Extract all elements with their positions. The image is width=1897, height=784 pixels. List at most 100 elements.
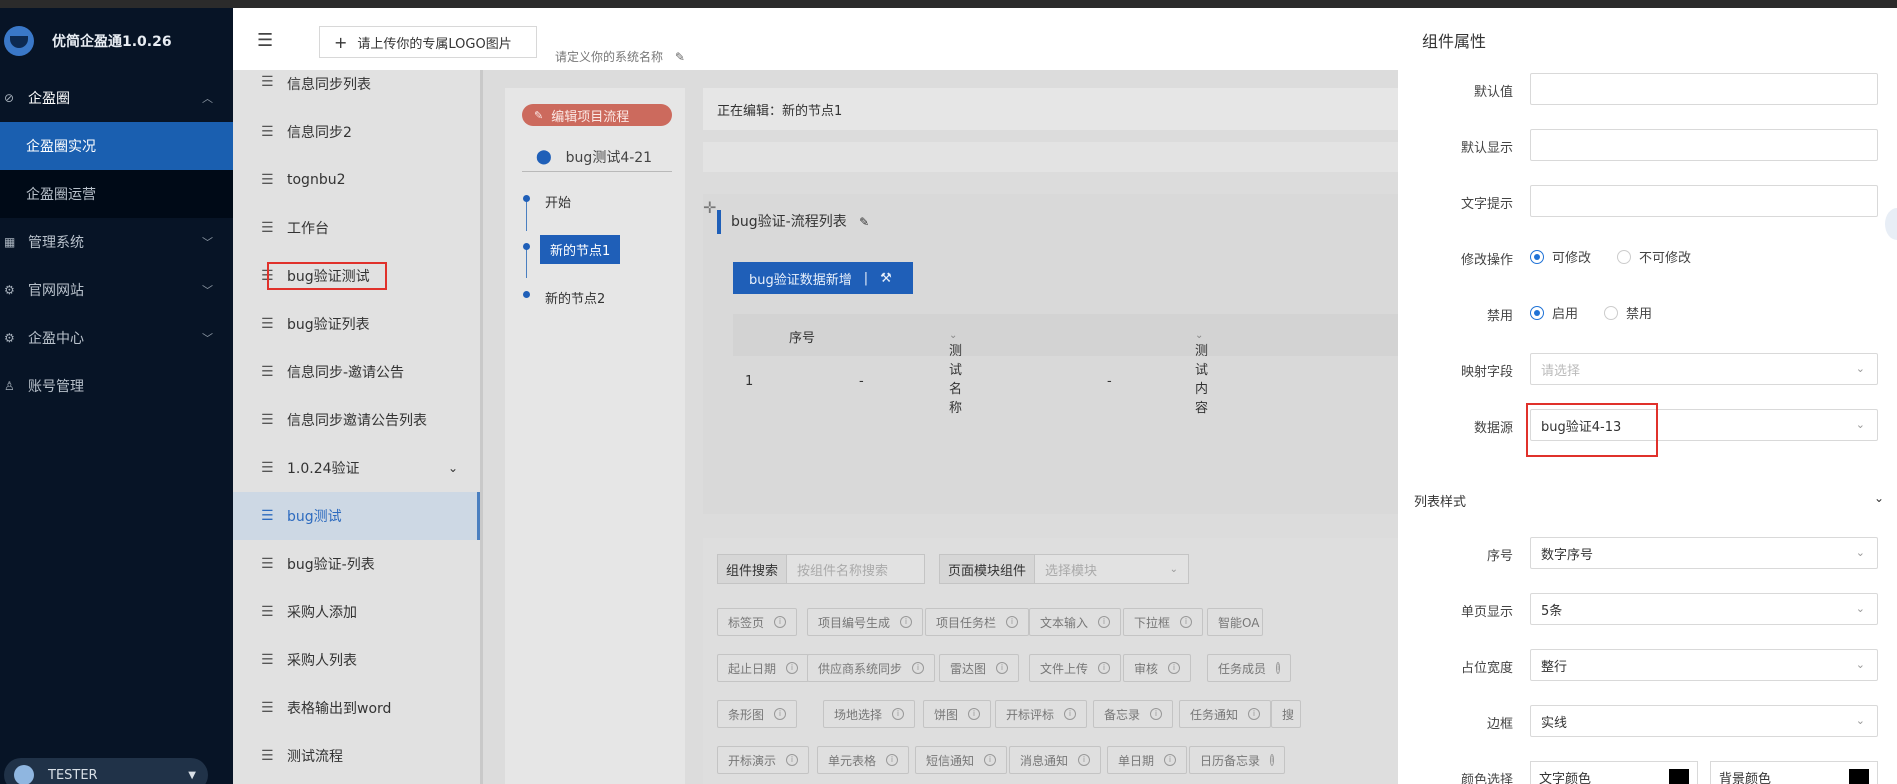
nav-item-center[interactable]: ⚙ 企盈中心 ﹀: [0, 314, 233, 362]
flow-dot: [523, 195, 530, 202]
info-icon: i: [984, 754, 997, 766]
field-default-display: 默认显示: [1398, 129, 1897, 165]
user-menu[interactable]: TESTER ▼: [4, 758, 208, 784]
component-chip[interactable]: 标签页 i: [717, 608, 798, 636]
info-icon: i: [1098, 662, 1111, 674]
nav-item-qiyingquan[interactable]: ⊘ 企盈圈 ︿: [0, 74, 233, 122]
list-icon: ☰: [261, 604, 274, 620]
list-item[interactable]: ☰ bug验证-列表: [233, 540, 480, 588]
list-item[interactable]: ☰ 信息同步列表: [233, 70, 480, 108]
nav-item-website[interactable]: ⚙ 官网网站 ﹀: [0, 266, 233, 314]
system-name-placeholder: 请定义你的系统名称: [555, 50, 664, 64]
component-chip[interactable]: 备忘录 i: [1093, 700, 1174, 728]
edit-flow-button[interactable]: ✎ 编辑项目流程: [522, 104, 672, 126]
upload-logo-button[interactable]: + 请上传你的专属LOGO图片: [319, 26, 537, 58]
component-chip[interactable]: 条形图 i: [717, 700, 798, 728]
info-icon: i: [1168, 662, 1181, 674]
module-placeholder: 选择模块: [1045, 563, 1098, 579]
component-chip[interactable]: 短信通知 i: [915, 746, 1008, 774]
default-display-input[interactable]: [1530, 129, 1878, 161]
component-chip[interactable]: 开标评标 i: [995, 700, 1088, 728]
default-value-input[interactable]: [1530, 73, 1878, 105]
menu-fold-icon[interactable]: ☰: [257, 30, 273, 51]
info-icon: i: [1098, 616, 1111, 628]
list-style-section[interactable]: 列表样式 ⌄: [1414, 491, 1884, 510]
flow-node-start[interactable]: 开始: [545, 192, 571, 211]
component-chip[interactable]: 起止日期 i: [717, 654, 810, 682]
component-chip[interactable]: 场地选择 i: [823, 700, 916, 728]
component-chip[interactable]: 审核 i: [1123, 654, 1192, 682]
column-header[interactable]: 测试内容 ⌄: [1195, 327, 1208, 416]
edit-icon[interactable]: ✎: [675, 50, 685, 64]
page-size-select[interactable]: 5条 ⌄: [1530, 593, 1878, 625]
radio-enabled[interactable]: [1530, 305, 1544, 320]
component-chip[interactable]: 项目任务栏 i: [925, 608, 1030, 636]
info-icon: i: [1078, 754, 1091, 766]
component-chip[interactable]: 文本输入 i: [1029, 608, 1122, 636]
list-item-group[interactable]: ☰ 1.0.24验证 ⌄: [233, 444, 480, 492]
component-chip[interactable]: 任务通知 i: [1179, 700, 1272, 728]
list-item[interactable]: ☰ 信息同步-邀请公告: [233, 348, 480, 396]
component-chip[interactable]: 消息通知 i: [1009, 746, 1102, 774]
component-chip[interactable]: 下拉框 i: [1123, 608, 1204, 636]
column-header[interactable]: 测试名称 ⌄: [949, 327, 962, 416]
component-chip[interactable]: 项目编号生成 i: [807, 608, 924, 636]
chevron-down-icon: ⌄: [1855, 362, 1865, 375]
component-chip[interactable]: 开标演示 i: [717, 746, 810, 774]
table-cell: 1: [745, 374, 754, 389]
width-select[interactable]: 整行 ⌄: [1530, 649, 1878, 681]
component-chip[interactable]: 日历备忘录 i: [1189, 746, 1285, 774]
system-name-field[interactable]: 请定义你的系统名称 ✎: [555, 48, 685, 65]
flow-node-active[interactable]: 新的节点1: [540, 235, 621, 264]
chevron-up-icon: ︿: [202, 92, 213, 105]
list-item[interactable]: ☰ tognbu2: [233, 156, 480, 204]
list-item-active[interactable]: ☰ bug测试: [233, 492, 480, 540]
text-color-swatch: [1669, 769, 1689, 784]
bg-color-picker[interactable]: 背景颜色: [1710, 761, 1878, 784]
component-chip[interactable]: 供应商系统同步 i: [807, 654, 936, 682]
chip-label: 起止日期: [728, 661, 777, 676]
list-item[interactable]: ☰ 采购人列表: [233, 636, 480, 684]
add-data-button[interactable]: bug验证数据新增 | ⚒: [733, 262, 913, 294]
component-search-input[interactable]: 组件搜索 按组件名称搜索: [717, 554, 925, 584]
text-color-picker[interactable]: 文字颜色: [1530, 761, 1698, 784]
component-chip[interactable]: 单日期 i: [1107, 746, 1188, 774]
text-hint-input[interactable]: [1530, 185, 1878, 217]
list-item[interactable]: ☰ 信息同步邀请公告列表: [233, 396, 480, 444]
component-chip[interactable]: 雷达图 i: [939, 654, 1020, 682]
sub-item-live[interactable]: 企盈圈实况: [0, 122, 233, 170]
list-item[interactable]: ☰ 采购人添加: [233, 588, 480, 636]
edit-icon[interactable]: ✎: [859, 215, 869, 229]
sidebar: 优简企盈通1.0.26 ⊘ 企盈圈 ︿ 企盈圈实况 企盈圈运营 ▦ 管理系统 ﹀…: [0, 8, 233, 784]
list-item[interactable]: ☰ 工作台: [233, 204, 480, 252]
radio-editable[interactable]: [1530, 249, 1544, 264]
list-item-label: 测试流程: [287, 749, 343, 765]
mapping-select[interactable]: 请选择 ⌄: [1530, 353, 1878, 385]
component-chip[interactable]: 文件上传 i: [1029, 654, 1122, 682]
serial-select[interactable]: 数字序号 ⌄: [1530, 537, 1878, 569]
page-list: ☰ 信息同步列表 ☰ 信息同步2 ☰ tognbu2 ☰ 工作台 ☰ bug验证测试 ☰ b…: [233, 70, 483, 784]
nav-label: 账号管理: [28, 379, 84, 395]
move-icon[interactable]: ✛: [703, 198, 716, 217]
list-item[interactable]: ☰ bug验证列表: [233, 300, 480, 348]
component-chip[interactable]: 单元表格 i: [817, 746, 910, 774]
list-item[interactable]: ☰ 表格输出到word: [233, 684, 480, 732]
component-chip[interactable]: 智能OA: [1207, 608, 1263, 636]
list-item[interactable]: ☰ 测试流程: [233, 732, 480, 780]
sub-item-operation[interactable]: 企盈圈运营: [0, 170, 233, 218]
section-title: 列表样式: [1414, 495, 1467, 510]
flow-node[interactable]: 新的节点2: [545, 288, 605, 307]
nav-item-account[interactable]: ♙ 账号管理: [0, 362, 233, 410]
chip-label: 条形图: [728, 707, 765, 722]
component-chip[interactable]: 搜: [1271, 700, 1301, 728]
nav-item-management[interactable]: ▦ 管理系统 ﹀: [0, 218, 233, 266]
border-select[interactable]: 实线 ⌄: [1530, 705, 1878, 737]
info-icon: i: [786, 662, 799, 674]
component-chip[interactable]: 任务成员 i: [1207, 654, 1291, 682]
chip-label: 标签页: [728, 615, 765, 630]
list-item[interactable]: ☰ 信息同步2: [233, 108, 480, 156]
radio-not-editable[interactable]: [1617, 249, 1632, 264]
radio-disabled[interactable]: [1604, 305, 1619, 320]
module-select[interactable]: 页面模块组件 选择模块 ⌄: [939, 554, 1189, 584]
component-chip[interactable]: 饼图 i: [923, 700, 992, 728]
